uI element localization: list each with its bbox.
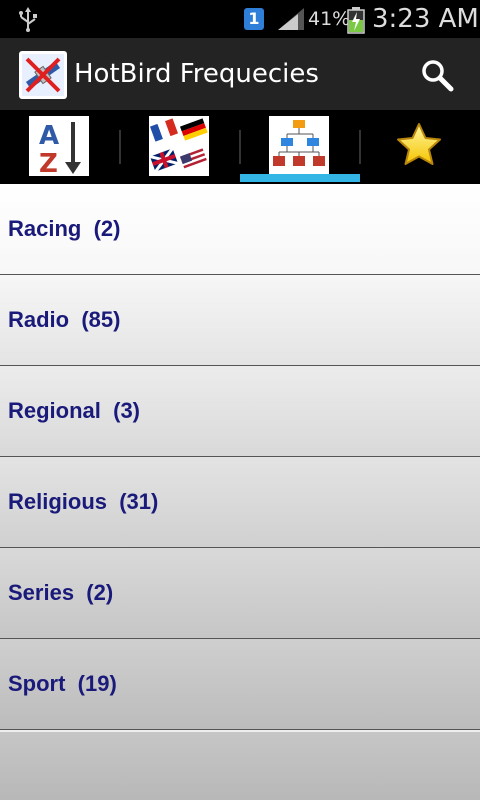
action-bar: HotBird Frequecies	[0, 38, 480, 110]
list-item[interactable]	[0, 730, 480, 800]
app-title: HotBird Frequecies	[74, 59, 319, 89]
tab-favorites[interactable]	[360, 110, 480, 184]
list-item-label: Racing (2)	[8, 216, 121, 241]
satellite-app-icon	[19, 51, 67, 99]
flags-icon	[149, 116, 209, 176]
battery-charging-icon	[347, 7, 365, 34]
list-item[interactable]: Racing (2)	[0, 184, 480, 275]
svg-text:A: A	[39, 121, 59, 151]
tab-categories[interactable]	[240, 110, 360, 184]
signal-icon	[278, 8, 304, 30]
list-item-label: Regional (3)	[8, 398, 141, 423]
list-item[interactable]: Radio (85)	[0, 275, 480, 366]
star-icon	[397, 123, 441, 165]
usb-icon	[19, 7, 37, 32]
list-item-label: Sport (19)	[8, 671, 117, 696]
list-item[interactable]: Regional (3)	[0, 366, 480, 457]
tab-bar: A Z	[0, 110, 480, 184]
list-item[interactable]: Religious (31)	[0, 457, 480, 548]
status-bar: 1 41% 3:23 AM	[0, 0, 480, 38]
clock: 3:23 AM	[372, 4, 479, 34]
list-item-label: Radio (85)	[8, 307, 121, 332]
battery-percent: 41%	[308, 8, 351, 30]
list-item-label: Religious (31)	[8, 489, 159, 514]
list-item-label: Series (2)	[8, 580, 114, 605]
selected-tab-indicator	[240, 174, 360, 182]
category-tree-icon	[269, 116, 329, 176]
svg-text:Z: Z	[39, 149, 58, 176]
notification-icon: 1	[244, 8, 264, 30]
list-item[interactable]: Sport (19)	[0, 639, 480, 730]
az-sort-icon: A Z	[29, 116, 89, 176]
list-item[interactable]: Series (2)	[0, 548, 480, 639]
category-list: Racing (2) Radio (85) Regional (3) Relig…	[0, 184, 480, 800]
tab-languages[interactable]	[120, 110, 240, 184]
tab-alphabetical-sort[interactable]: A Z	[0, 110, 120, 184]
search-icon[interactable]	[418, 56, 458, 96]
